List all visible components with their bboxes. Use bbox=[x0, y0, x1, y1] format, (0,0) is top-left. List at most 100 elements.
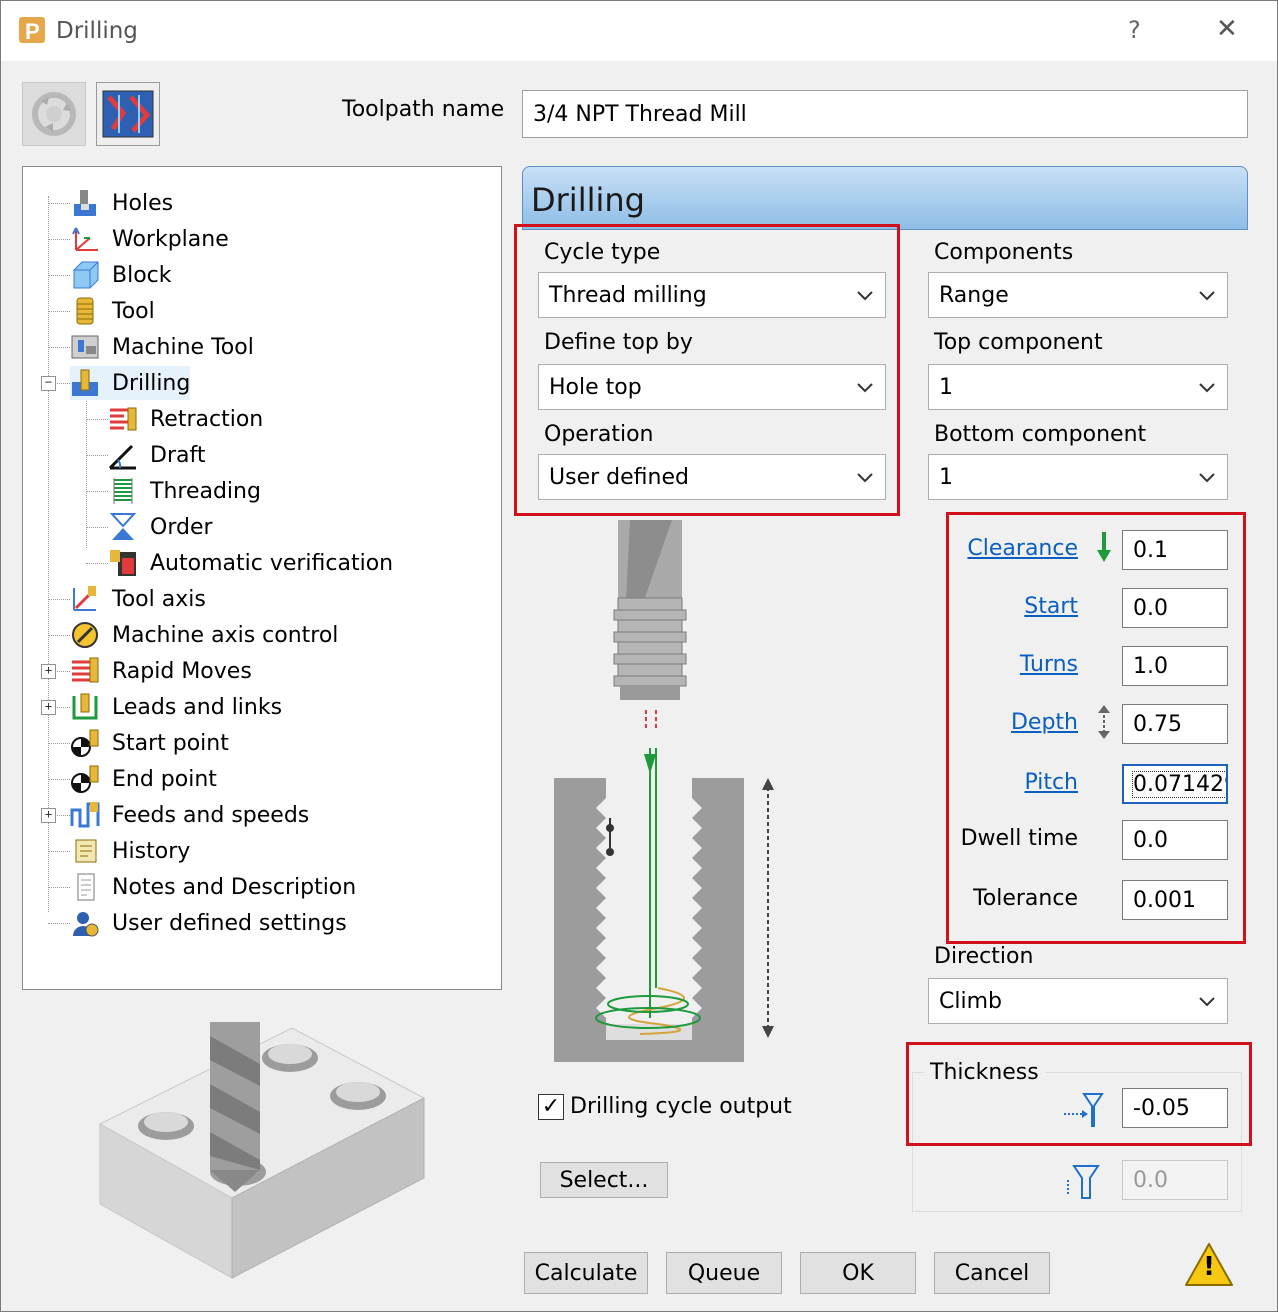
queue-button[interactable]: Queue bbox=[666, 1252, 782, 1294]
clearance-input[interactable]: 0.1 bbox=[1122, 530, 1228, 570]
operation-select[interactable]: User defined bbox=[538, 454, 886, 500]
axial-thickness-input[interactable]: 0.0 bbox=[1122, 1160, 1228, 1200]
define-top-select[interactable]: Hole top bbox=[538, 364, 886, 410]
tree-item-leads-links[interactable]: Leads and links bbox=[70, 690, 282, 724]
verification-icon bbox=[108, 548, 138, 578]
direction-label: Direction bbox=[934, 944, 1034, 969]
section-header-title: Drilling bbox=[531, 181, 645, 219]
recycle-toolpath-button[interactable] bbox=[22, 82, 86, 146]
toolpath-preview-icon bbox=[102, 90, 154, 138]
tree-item-verification[interactable]: Automatic verification bbox=[108, 546, 393, 580]
tree-connector-main bbox=[48, 196, 49, 912]
expand-toggle[interactable]: + bbox=[41, 808, 56, 823]
start-input[interactable]: 0.0 bbox=[1122, 588, 1228, 628]
tree-connector bbox=[48, 599, 70, 600]
tree-item-retraction[interactable]: Retraction bbox=[108, 402, 263, 436]
select-button[interactable]: Select... bbox=[540, 1162, 668, 1198]
cancel-button[interactable]: Cancel bbox=[934, 1252, 1050, 1294]
feeds-speeds-icon bbox=[70, 800, 100, 830]
tree-item-label: Block bbox=[112, 262, 172, 288]
turns-link[interactable]: Turns bbox=[1020, 652, 1078, 677]
tree-item-draft[interactable]: Draft bbox=[108, 438, 205, 472]
tree-item-label: Workplane bbox=[112, 226, 229, 252]
tree-item-start-point[interactable]: Start point bbox=[70, 726, 229, 760]
chevron-down-icon bbox=[1199, 383, 1215, 393]
cycle-type-select[interactable]: Thread milling bbox=[538, 272, 886, 318]
collapse-toggle[interactable]: − bbox=[41, 376, 56, 391]
block-icon bbox=[70, 260, 100, 290]
retraction-icon bbox=[108, 404, 138, 434]
chevron-down-icon bbox=[857, 473, 873, 483]
warning-glyph: ! bbox=[1203, 1252, 1215, 1282]
tree-item-label: End point bbox=[112, 766, 217, 792]
tree-item-workplane[interactable]: Workplane bbox=[70, 222, 229, 256]
ok-button[interactable]: OK bbox=[800, 1252, 916, 1294]
tree-item-threading[interactable]: Threading bbox=[108, 474, 261, 508]
app-logo-icon: P bbox=[18, 16, 46, 44]
tree-item-label: Tool bbox=[112, 298, 155, 324]
tree-item-block[interactable]: Block bbox=[70, 258, 172, 292]
draft-icon bbox=[108, 440, 138, 470]
close-button[interactable]: ✕ bbox=[1216, 14, 1238, 44]
end-point-icon bbox=[70, 764, 100, 794]
workplane-icon bbox=[70, 224, 100, 254]
tree-connector bbox=[48, 887, 70, 888]
tree-item-feeds-speeds[interactable]: Feeds and speeds bbox=[70, 798, 309, 832]
tree-item-axis-control[interactable]: Machine axis control bbox=[70, 618, 338, 652]
tolerance-input[interactable]: 0.001 bbox=[1122, 880, 1228, 920]
top-component-select[interactable]: 1 bbox=[928, 364, 1228, 410]
define-top-value: Hole top bbox=[549, 374, 642, 400]
tree-item-history[interactable]: History bbox=[70, 834, 190, 868]
tree-item-label: Automatic verification bbox=[150, 550, 394, 576]
depth-link[interactable]: Depth bbox=[1011, 710, 1078, 735]
tree-item-machine-tool[interactable]: Machine Tool bbox=[70, 330, 254, 364]
tolerance-label: Tolerance bbox=[973, 886, 1078, 911]
section-header: Drilling bbox=[522, 166, 1248, 230]
clearance-link[interactable]: Clearance bbox=[967, 536, 1078, 561]
machine-tool-icon bbox=[70, 332, 100, 362]
help-button[interactable]: ? bbox=[1128, 16, 1141, 44]
title-bar bbox=[1, 1, 1277, 61]
start-link[interactable]: Start bbox=[1024, 594, 1078, 619]
chevron-down-icon bbox=[857, 291, 873, 301]
warning-icon[interactable]: ! bbox=[1184, 1242, 1234, 1288]
drilling-icon bbox=[70, 368, 100, 398]
tree-item-rapid-moves[interactable]: Rapid Moves bbox=[70, 654, 252, 688]
tree-item-label: Order bbox=[150, 514, 213, 540]
tree-item-user-settings[interactable]: User defined settings bbox=[70, 906, 347, 940]
expand-toggle[interactable]: + bbox=[41, 700, 56, 715]
direction-select[interactable]: Climb bbox=[928, 978, 1228, 1024]
tree-item-notes[interactable]: Notes and Description bbox=[70, 870, 356, 904]
tree-item-label: Leads and links bbox=[112, 694, 283, 720]
thickness-label: Thickness bbox=[924, 1060, 1045, 1085]
bottom-component-select[interactable]: 1 bbox=[928, 454, 1228, 500]
tree-item-tool[interactable]: Tool bbox=[70, 294, 155, 328]
tree-item-order[interactable]: Order bbox=[108, 510, 213, 544]
chevron-down-icon bbox=[1199, 997, 1215, 1007]
tree-connector bbox=[86, 527, 108, 528]
depth-input[interactable]: 0.75 bbox=[1122, 704, 1228, 744]
pitch-link[interactable]: Pitch bbox=[1024, 770, 1078, 795]
toolpath-name-input[interactable]: 3/4 NPT Thread Mill bbox=[522, 90, 1248, 138]
tree-item-label: History bbox=[112, 838, 191, 864]
pitch-input[interactable]: 0.071429 bbox=[1122, 764, 1228, 804]
top-component-label: Top component bbox=[934, 330, 1103, 355]
drilling-cycle-output-checkbox[interactable]: ✓ bbox=[538, 1094, 564, 1120]
components-select[interactable]: Range bbox=[928, 272, 1228, 318]
axis-control-icon bbox=[70, 620, 100, 650]
operation-value: User defined bbox=[549, 464, 689, 490]
radial-thickness-input[interactable]: -0.05 bbox=[1122, 1088, 1228, 1128]
expand-toggle[interactable]: + bbox=[41, 664, 56, 679]
tree-item-tool-axis[interactable]: Tool axis bbox=[70, 582, 206, 616]
dwell-time-input[interactable]: 0.0 bbox=[1122, 820, 1228, 860]
tree-item-end-point[interactable]: End point bbox=[70, 762, 217, 796]
calculate-button[interactable]: Calculate bbox=[524, 1252, 648, 1294]
tree-item-holes[interactable]: Holes bbox=[70, 186, 173, 220]
history-icon bbox=[70, 836, 100, 866]
depth-arrow-icon bbox=[1094, 704, 1114, 740]
tree-item-drilling[interactable]: Drilling bbox=[70, 366, 191, 400]
turns-input[interactable]: 1.0 bbox=[1122, 646, 1228, 686]
toolpath-preview-button[interactable] bbox=[96, 82, 160, 146]
cycle-type-value: Thread milling bbox=[549, 282, 707, 308]
radial-thickness-icon bbox=[1062, 1090, 1104, 1130]
